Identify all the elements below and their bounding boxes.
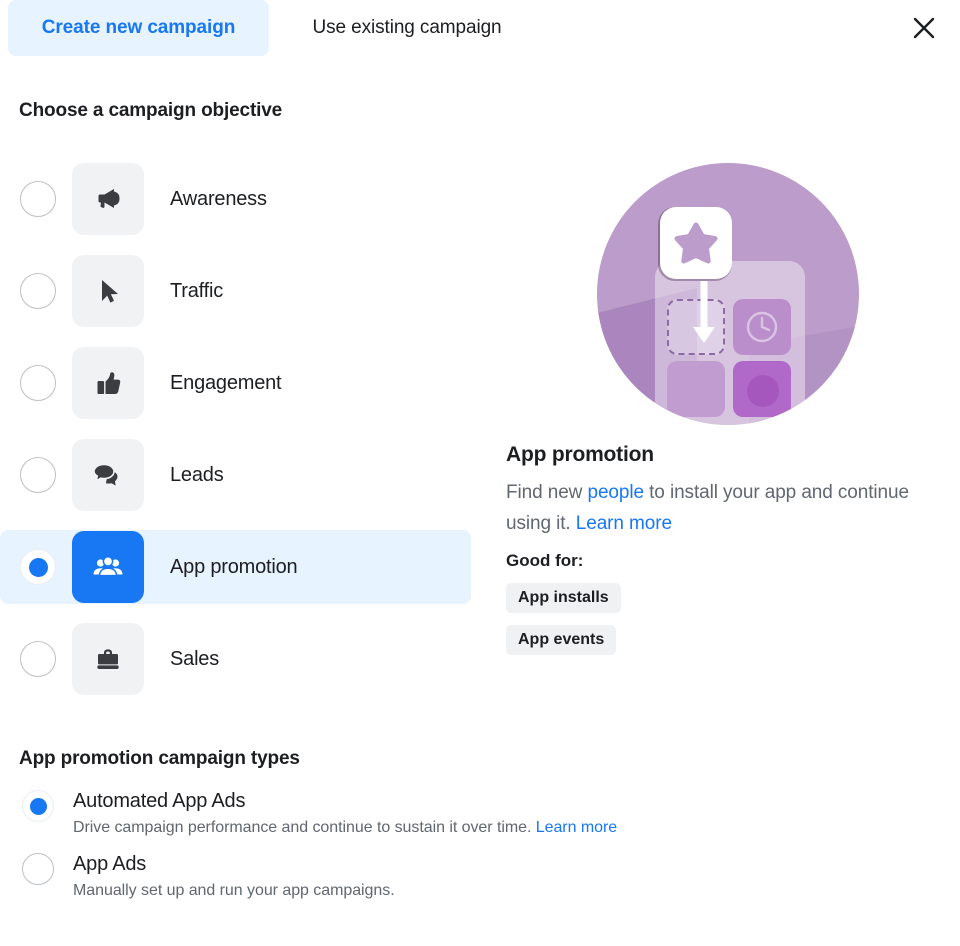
tab-bar: Create new campaign Use existing campaig… (0, 0, 960, 56)
campaign-type-desc-text-0: Drive campaign performance and continue … (73, 819, 536, 836)
close-button[interactable] (906, 10, 942, 46)
illustration-tile-bottom-left (667, 361, 725, 417)
campaign-type-row-automated-app-ads[interactable]: Automated App Ads Drive campaign perform… (0, 788, 940, 837)
objective-icon-tile-leads (72, 439, 144, 511)
megaphone-icon (98, 189, 120, 208)
clock-icon (746, 311, 778, 343)
tab-create-new-campaign[interactable]: Create new campaign (8, 0, 269, 56)
objective-icon-tile-app-promotion (72, 531, 144, 603)
objective-list: Awareness Traffic Engagement Leads App p… (0, 162, 480, 714)
campaign-type-desc-app-ads: Manually set up and run your app campaig… (73, 882, 395, 900)
star-icon (674, 222, 718, 264)
good-for-label: Good for: (506, 551, 584, 570)
radio-app-ads[interactable] (22, 853, 54, 885)
close-icon (913, 17, 935, 39)
chip-app-events: App events (506, 625, 617, 655)
chip-app-installs: App installs (506, 583, 621, 613)
tab-use-existing-campaign-label: Use existing campaign (312, 17, 502, 38)
objective-row-app-promotion[interactable]: App promotion (0, 530, 471, 604)
objective-section-title: Choose a campaign objective (19, 100, 283, 121)
people-group-icon (93, 556, 123, 577)
detail-learn-more-link[interactable]: Learn more (576, 513, 672, 534)
objective-label-awareness: Awareness (170, 187, 267, 210)
tab-create-new-campaign-label: Create new campaign (41, 17, 236, 38)
cursor-arrow-icon (102, 280, 118, 303)
radio-awareness[interactable] (20, 181, 56, 217)
campaign-types-title: App promotion campaign types (19, 748, 300, 769)
objective-label-traffic: Traffic (170, 279, 224, 302)
objective-icon-tile-engagement (72, 347, 144, 419)
good-for-chip-row-1: App installs (506, 571, 926, 613)
objective-row-leads[interactable]: Leads (0, 438, 480, 512)
campaign-types-list: Automated App Ads Drive campaign perform… (0, 788, 940, 914)
illustration-tile-clock (733, 299, 791, 355)
illustration-circle (597, 163, 859, 425)
people-link[interactable]: people (587, 482, 644, 503)
objective-icon-tile-traffic (72, 255, 144, 327)
campaign-type-text-app-ads: App Ads Manually set up and run your app… (73, 851, 395, 900)
briefcase-icon (97, 649, 119, 669)
radio-automated-app-ads[interactable] (22, 790, 54, 822)
app-promotion-illustration (597, 163, 859, 425)
objective-icon-tile-awareness (72, 163, 144, 235)
campaign-type-row-app-ads[interactable]: App Ads Manually set up and run your app… (0, 851, 940, 900)
radio-leads[interactable] (20, 457, 56, 493)
detail-desc-part1: Find new (506, 482, 588, 503)
radio-engagement[interactable] (20, 365, 56, 401)
thumbs-up-icon (97, 372, 121, 394)
objective-row-engagement[interactable]: Engagement (0, 346, 480, 420)
illustration-app-card (660, 207, 732, 279)
campaign-objective-dialog: Create new campaign Use existing campaig… (0, 0, 960, 946)
campaign-type-desc-automated-app-ads: Drive campaign performance and continue … (73, 819, 617, 837)
campaign-type-desc-text-1: Manually set up and run your app campaig… (73, 882, 395, 899)
automated-app-ads-learn-more-link[interactable]: Learn more (536, 819, 617, 836)
radio-app-promotion[interactable] (20, 549, 56, 585)
detail-title: App promotion (506, 443, 654, 466)
campaign-type-label-app-ads: App Ads (73, 853, 147, 875)
good-for-chip-row-2: App events (506, 613, 926, 655)
download-arrow-icon (690, 277, 715, 343)
radio-traffic[interactable] (20, 273, 56, 309)
objective-detail-panel: App promotion Find new people to install… (506, 155, 926, 655)
objective-label-app-promotion: App promotion (170, 555, 298, 578)
objective-row-traffic[interactable]: Traffic (0, 254, 480, 328)
objective-row-awareness[interactable]: Awareness (0, 162, 480, 236)
objective-label-sales: Sales (170, 647, 220, 670)
campaign-type-label-automated-app-ads: Automated App Ads (73, 790, 246, 812)
objective-label-engagement: Engagement (170, 371, 282, 394)
objective-row-sales[interactable]: Sales (0, 622, 480, 696)
campaign-type-text-automated-app-ads: Automated App Ads Drive campaign perform… (73, 788, 617, 837)
speech-bubbles-icon (93, 463, 118, 486)
objective-icon-tile-sales (72, 623, 144, 695)
detail-description: Find new people to install your app and … (506, 477, 916, 539)
objective-label-leads: Leads (170, 463, 224, 486)
illustration-tile-dot (747, 375, 779, 407)
tab-use-existing-campaign[interactable]: Use existing campaign (281, 0, 533, 56)
radio-sales[interactable] (20, 641, 56, 677)
